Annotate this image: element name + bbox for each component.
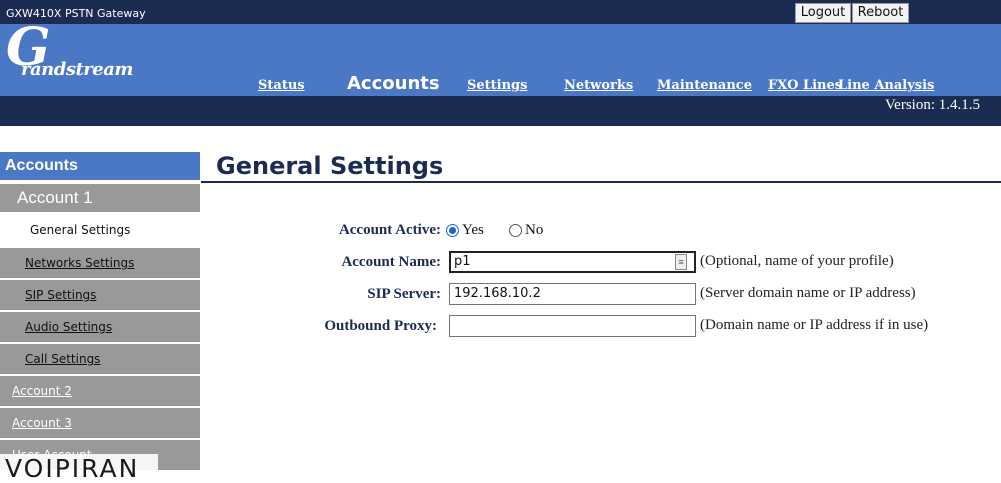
- tab-fxo-lines[interactable]: FXO Lines: [768, 78, 842, 93]
- outbound-proxy-label: Outbound Proxy:: [324, 318, 437, 334]
- sidebar-item-label: Audio Settings: [25, 320, 113, 334]
- sidebar-item-account-1[interactable]: Account 1: [0, 184, 200, 212]
- tab-networks[interactable]: Networks: [564, 78, 633, 93]
- sidebar-item-call-settings[interactable]: Call Settings: [0, 344, 200, 374]
- account-active-yes-radio[interactable]: [446, 223, 459, 237]
- logout-button[interactable]: Logout: [795, 3, 851, 23]
- watermark-text: VOIPIRAN: [5, 454, 140, 483]
- reboot-button[interactable]: Reboot: [852, 3, 909, 23]
- sidebar-item-account-3[interactable]: Account 3: [0, 408, 200, 438]
- account-name-input[interactable]: p1: [449, 251, 696, 273]
- account-active-no-option[interactable]: No: [509, 222, 543, 238]
- sidebar-item-account-2[interactable]: Account 2: [0, 376, 200, 406]
- account-active-yes-label: Yes: [462, 221, 484, 238]
- firmware-version: Version: 1.4.1.5: [885, 97, 980, 113]
- tab-line-analysis[interactable]: Line Analysis: [838, 78, 934, 93]
- account-active-no-label: No: [525, 221, 544, 238]
- account-name-label: Account Name:: [341, 254, 441, 270]
- sip-server-label: SIP Server:: [367, 286, 441, 302]
- grandstream-logo: G randstream: [4, 22, 133, 88]
- tab-maintenance[interactable]: Maintenance: [657, 78, 752, 93]
- tab-status[interactable]: Status: [258, 78, 305, 93]
- sidebar-item-sip-settings[interactable]: SIP Settings: [0, 280, 200, 310]
- account-active-no-radio[interactable]: [509, 223, 522, 237]
- sidebar-item-label: General Settings: [30, 223, 131, 237]
- tab-settings[interactable]: Settings: [467, 78, 527, 93]
- outbound-proxy-input[interactable]: [449, 315, 696, 337]
- sidebar: Accounts Account 1 General Settings Netw…: [0, 152, 201, 483]
- tab-accounts[interactable]: Accounts: [347, 73, 440, 94]
- version-bar: Version: 1.4.1.5: [0, 96, 1001, 126]
- sidebar-header: Accounts: [0, 152, 200, 180]
- logo-text: randstream: [21, 59, 133, 80]
- sip-server-input[interactable]: 192.168.10.2: [449, 283, 696, 305]
- sidebar-item-audio-settings[interactable]: Audio Settings: [0, 312, 200, 342]
- sidebar-item-label: Account 3: [12, 416, 72, 430]
- sidebar-item-label: Account 2: [12, 384, 72, 398]
- sidebar-item-general-settings[interactable]: General Settings: [0, 214, 200, 246]
- page-title: General Settings: [216, 152, 444, 180]
- outbound-proxy-hint: (Domain name or IP address if in use): [700, 317, 929, 333]
- autofill-card-icon[interactable]: ≡: [675, 254, 687, 270]
- account-active-yes-option[interactable]: Yes: [446, 222, 484, 238]
- account-active-label: Account Active:: [338, 222, 441, 238]
- account-name-hint: (Optional, name of your profile): [700, 253, 894, 269]
- title-divider: [201, 181, 1001, 183]
- sidebar-item-label: Networks Settings: [25, 256, 135, 270]
- sidebar-item-label: Account 1: [17, 188, 93, 207]
- sidebar-item-label: Call Settings: [25, 352, 101, 366]
- sidebar-item-label: SIP Settings: [25, 288, 97, 302]
- sip-server-hint: (Server domain name or IP address): [700, 285, 916, 301]
- sidebar-item-networks-settings[interactable]: Networks Settings: [0, 248, 200, 278]
- watermark: VOIPIRAN: [0, 454, 158, 483]
